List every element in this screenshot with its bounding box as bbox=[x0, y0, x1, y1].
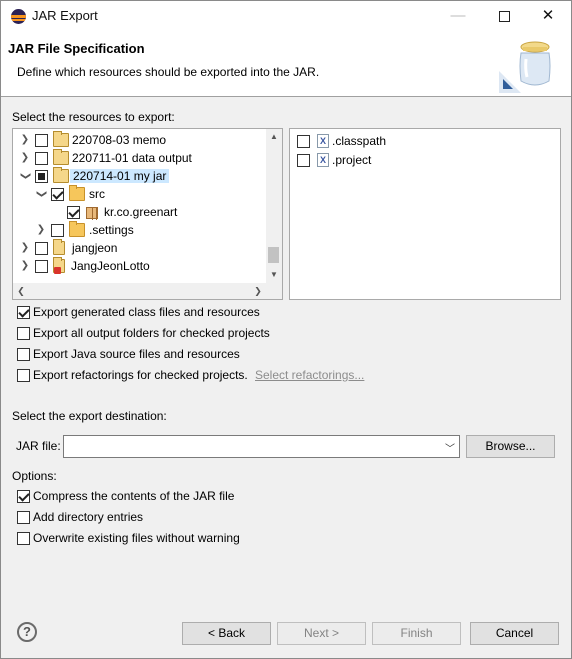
window-title: JAR Export bbox=[32, 8, 98, 23]
maximize-icon bbox=[498, 10, 510, 22]
back-button[interactable]: < Back bbox=[182, 622, 271, 645]
options-label: Options: bbox=[12, 469, 57, 483]
tree-checkbox[interactable] bbox=[35, 170, 48, 183]
expand-arrow-icon[interactable]: ❯ bbox=[20, 134, 30, 146]
maximize-button[interactable] bbox=[481, 1, 527, 31]
page-title: JAR File Specification bbox=[8, 41, 145, 56]
browse-button[interactable]: Browse... bbox=[466, 435, 555, 458]
page-description: Define which resources should be exporte… bbox=[17, 65, 320, 79]
file-item-label: .project bbox=[332, 153, 372, 167]
tree-item-settings[interactable]: ❯ .settings bbox=[13, 221, 267, 240]
eclipse-icon bbox=[11, 9, 26, 24]
folder-icon bbox=[69, 221, 85, 237]
help-icon[interactable]: ? bbox=[17, 622, 37, 642]
xml-file-icon: X bbox=[317, 134, 329, 148]
select-refactorings-link[interactable]: Select refactorings... bbox=[255, 368, 364, 382]
tree-item-jangjeon[interactable]: ❯ jangjeon bbox=[13, 239, 267, 258]
xml-file-icon: X bbox=[317, 153, 329, 167]
tree-item-label: JangJeonLotto bbox=[71, 259, 150, 273]
resource-tree[interactable]: ❯ 220708-03 memo ❯ 220711-01 data output… bbox=[12, 128, 283, 300]
scroll-down-icon[interactable]: ▼ bbox=[266, 267, 282, 283]
project-icon bbox=[53, 131, 69, 147]
tree-horizontal-scrollbar[interactable]: ❮ ❯ bbox=[13, 283, 282, 299]
minimize-button[interactable]: — bbox=[435, 1, 481, 31]
jar-file-label: JAR file: bbox=[16, 439, 61, 453]
export-class-files-checkbox[interactable] bbox=[17, 306, 30, 319]
file-item-project[interactable]: X .project bbox=[290, 152, 550, 170]
export-output-folders-checkbox[interactable] bbox=[17, 327, 30, 340]
overwrite-checkbox[interactable] bbox=[17, 532, 30, 545]
add-directory-entries-checkbox[interactable] bbox=[17, 511, 30, 524]
overwrite-label: Overwrite existing files without warning bbox=[33, 531, 240, 545]
scroll-left-icon[interactable]: ❮ bbox=[13, 283, 29, 299]
tree-checkbox[interactable] bbox=[35, 242, 48, 255]
export-class-files-label: Export generated class files and resourc… bbox=[33, 305, 260, 319]
tree-item-label: src bbox=[89, 187, 105, 201]
title-bar: JAR Export — ✕ bbox=[1, 1, 571, 31]
tree-item-label: 220708-03 memo bbox=[72, 133, 167, 147]
expand-arrow-icon[interactable]: ❯ bbox=[20, 260, 30, 272]
file-item-classpath[interactable]: X .classpath bbox=[290, 133, 550, 151]
expand-arrow-icon[interactable]: ❯ bbox=[20, 242, 30, 254]
resources-label: Select the resources to export: bbox=[12, 110, 175, 124]
project-icon bbox=[53, 149, 69, 165]
tree-checkbox[interactable] bbox=[51, 188, 64, 201]
tree-item-label: .settings bbox=[89, 223, 134, 237]
tree-vertical-scrollbar[interactable]: ▲ ▼ bbox=[266, 129, 282, 283]
tree-item-src[interactable]: ❯ src bbox=[13, 185, 267, 204]
scroll-right-icon[interactable]: ❯ bbox=[250, 283, 266, 299]
scroll-thumb[interactable] bbox=[268, 247, 279, 263]
tree-item-label: kr.co.greenart bbox=[104, 205, 178, 219]
tree-checkbox[interactable] bbox=[51, 224, 64, 237]
export-refactorings-checkbox[interactable] bbox=[17, 369, 30, 382]
next-button[interactable]: Next > bbox=[277, 622, 366, 645]
file-checkbox[interactable] bbox=[297, 135, 310, 148]
export-source-files-checkbox[interactable] bbox=[17, 348, 30, 361]
jar-icon bbox=[499, 41, 551, 93]
add-directory-entries-label: Add directory entries bbox=[33, 510, 144, 524]
finish-button[interactable]: Finish bbox=[372, 622, 461, 645]
tree-checkbox[interactable] bbox=[35, 152, 48, 165]
chevron-down-icon[interactable]: ﹀ bbox=[445, 440, 455, 455]
destination-label: Select the export destination: bbox=[12, 409, 167, 423]
export-refactorings-label: Export refactorings for checked projects… bbox=[33, 368, 248, 382]
project-icon bbox=[53, 239, 65, 255]
source-folder-icon bbox=[69, 185, 85, 201]
error-badge-icon bbox=[54, 267, 61, 274]
export-source-files-label: Export Java source files and resources bbox=[33, 347, 240, 361]
compress-checkbox[interactable] bbox=[17, 490, 30, 503]
compress-label: Compress the contents of the JAR file bbox=[33, 489, 235, 503]
tree-item-label: 220711-01 data output bbox=[72, 151, 192, 165]
jar-export-dialog: JAR Export — ✕ JAR File Specification De… bbox=[0, 0, 572, 659]
tree-item-label: 220714-01 my jar bbox=[70, 169, 170, 183]
file-checkbox[interactable] bbox=[297, 154, 310, 167]
resource-file-list[interactable]: X .classpath X .project bbox=[289, 128, 561, 300]
scroll-up-icon[interactable]: ▲ bbox=[266, 129, 282, 145]
tree-checkbox[interactable] bbox=[35, 260, 48, 273]
cancel-button[interactable]: Cancel bbox=[470, 622, 559, 645]
tree-item-kr-co-greenart[interactable]: kr.co.greenart bbox=[13, 204, 267, 222]
collapse-arrow-icon[interactable]: ❯ bbox=[35, 189, 47, 199]
tree-checkbox[interactable] bbox=[35, 134, 48, 147]
tree-item-label: jangjeon bbox=[72, 241, 118, 255]
tree-checkbox[interactable] bbox=[67, 206, 80, 219]
wizard-banner: JAR File Specification Define which reso… bbox=[1, 31, 571, 97]
tree-item-220708-03-memo[interactable]: ❯ 220708-03 memo bbox=[13, 131, 267, 150]
expand-arrow-icon[interactable]: ❯ bbox=[36, 224, 46, 236]
tree-item-jangjeonlotto[interactable]: ❯ JangJeonLotto bbox=[13, 257, 267, 276]
expand-arrow-icon[interactable]: ❯ bbox=[20, 152, 30, 164]
jar-file-combo[interactable]: ﹀ bbox=[63, 435, 460, 458]
close-button[interactable]: ✕ bbox=[525, 1, 571, 31]
file-item-label: .classpath bbox=[332, 134, 387, 148]
project-error-icon bbox=[53, 257, 65, 274]
project-open-icon bbox=[53, 167, 69, 183]
collapse-arrow-icon[interactable]: ❯ bbox=[19, 171, 31, 181]
tree-item-220714-01-my-jar[interactable]: ❯ 220714-01 my jar bbox=[13, 167, 267, 186]
export-output-folders-label: Export all output folders for checked pr… bbox=[33, 326, 270, 340]
package-icon bbox=[86, 207, 98, 220]
tree-item-220711-01-data-output[interactable]: ❯ 220711-01 data output bbox=[13, 149, 267, 168]
